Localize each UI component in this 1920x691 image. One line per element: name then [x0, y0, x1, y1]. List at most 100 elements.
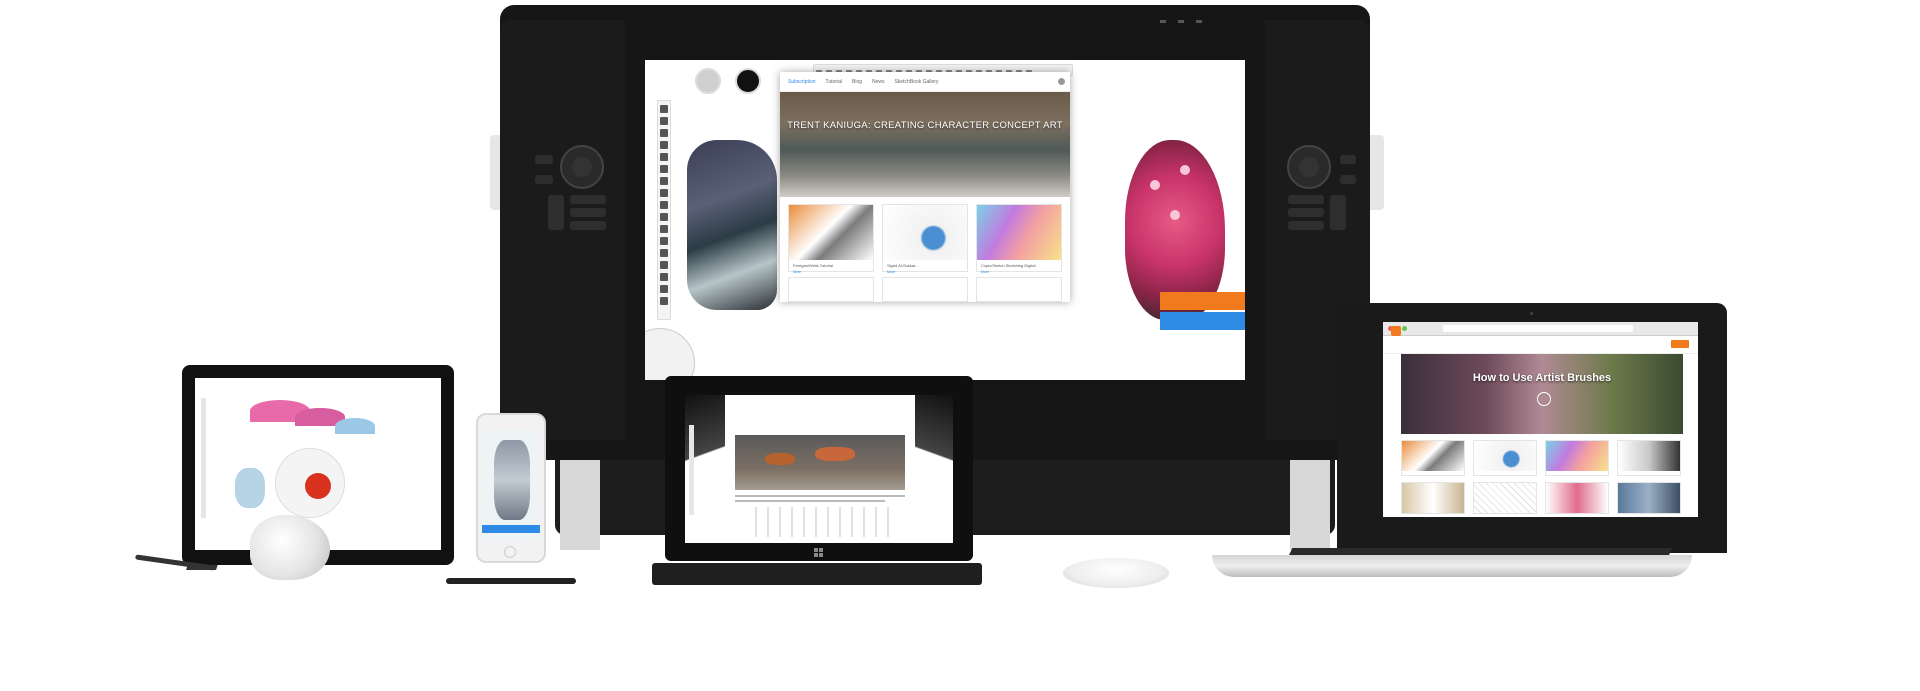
card-image [1546, 483, 1608, 513]
express-key[interactable] [535, 155, 553, 164]
touch-ring-left[interactable] [560, 145, 604, 189]
site-nav: Subscription Tutorial Blog News SketchBo… [780, 72, 1070, 92]
card-image [1546, 441, 1608, 471]
stylus-pen [446, 578, 576, 584]
tutorial-card[interactable]: Sigrid Al-Sukkar... More [882, 204, 968, 274]
nav-gallery[interactable]: SketchBook Gallery [895, 79, 939, 85]
card-image [1618, 441, 1680, 471]
sketchbook-logo-icon[interactable] [1391, 326, 1401, 336]
express-key[interactable] [1340, 155, 1356, 164]
color-swatch-black[interactable] [735, 68, 761, 94]
card-image [1402, 441, 1464, 471]
tutorial-card[interactable]: Copic/Sketch Sketching Digital More [976, 204, 1062, 274]
card-more-link[interactable]: More [789, 268, 873, 276]
magic-mouse [1063, 558, 1169, 588]
ink-sketch-right [915, 395, 953, 543]
tutorial-card[interactable] [1401, 482, 1465, 514]
tutorial-card[interactable] [1545, 440, 1609, 476]
robot-character-artwork [687, 140, 777, 310]
express-key[interactable] [1288, 221, 1324, 230]
cintiq-bezel-left [500, 20, 625, 440]
nav-blog[interactable]: Blog [852, 79, 862, 85]
tutorial-card[interactable] [976, 277, 1062, 302]
subscribe-button[interactable] [1671, 340, 1689, 348]
hero-title: How to Use Artist Brushes [1472, 372, 1612, 384]
tutorial-card[interactable] [1617, 440, 1681, 476]
tool-strip[interactable] [201, 398, 206, 518]
maximize-window-icon[interactable] [1402, 326, 1407, 331]
creature-spot [1170, 210, 1180, 220]
creature-spot [1150, 180, 1160, 190]
tutorial-card[interactable] [882, 277, 968, 302]
site-nav [1383, 336, 1698, 354]
tutorial-card[interactable] [788, 277, 874, 302]
express-key[interactable] [570, 208, 606, 217]
macbook-screen: How to Use Artist Brushes [1383, 322, 1698, 517]
color-swatch-grey[interactable] [695, 68, 721, 94]
tutorial-card[interactable] [1617, 482, 1681, 514]
red-nose [305, 473, 331, 499]
card-image [1402, 483, 1464, 513]
fox-artwork-banner [735, 435, 905, 490]
card-image [789, 205, 873, 260]
creature-spot [1180, 165, 1190, 175]
tutorial-card[interactable] [1473, 440, 1537, 476]
tutorial-card[interactable] [1401, 440, 1465, 476]
surface-pro-screen [685, 395, 953, 543]
surface-left-screen [195, 378, 441, 550]
express-key[interactable] [1330, 195, 1346, 230]
express-key[interactable] [548, 195, 564, 230]
horse-sketches [745, 507, 895, 537]
express-key[interactable] [535, 175, 553, 184]
sketchbook-tool-palette[interactable] [657, 100, 671, 320]
notification-orange[interactable] [1160, 292, 1245, 310]
express-key[interactable] [1340, 175, 1356, 184]
hero-banner [780, 92, 1070, 197]
iphone-notification-bar[interactable] [482, 525, 540, 533]
lagoon-radial-menu[interactable] [645, 328, 695, 380]
umbrella-artwork [335, 418, 375, 434]
card-image [977, 205, 1061, 260]
text-line [735, 495, 905, 497]
tutorial-card[interactable] [1545, 482, 1609, 514]
tutorial-card[interactable]: Ferrigan/Wells Tutorial More [788, 204, 874, 274]
warrior-artwork [494, 440, 530, 520]
macbook-base [1212, 555, 1692, 577]
fox-artwork [765, 453, 795, 465]
cintiq-power-buttons[interactable] [1160, 10, 1220, 23]
card-image [1474, 441, 1536, 471]
tool-strip[interactable] [689, 425, 694, 515]
nav-tutorial[interactable]: Tutorial [826, 79, 843, 85]
card-image [883, 205, 967, 260]
play-video-icon[interactable] [1537, 392, 1551, 406]
home-button[interactable] [504, 546, 516, 558]
sketchbook-website-window: Subscription Tutorial Blog News SketchBo… [780, 72, 1070, 302]
express-key[interactable] [570, 221, 606, 230]
creature-arm [235, 468, 265, 508]
iphone-screen [482, 430, 540, 540]
card-more-link[interactable]: More [977, 268, 1061, 276]
card-caption: Ferrigan/Wells Tutorial [793, 263, 833, 268]
card-caption: Copic/Sketch Sketching Digital [981, 263, 1036, 268]
touch-ring-right[interactable] [1287, 145, 1331, 189]
camera-icon [1530, 312, 1533, 315]
express-key[interactable] [570, 195, 606, 204]
windows-logo-icon[interactable] [814, 548, 824, 558]
nav-news[interactable]: News [872, 79, 885, 85]
hero-title: TRENT KANIUGA: CREATING CHARACTER CONCEP… [787, 120, 1063, 131]
card-image [1474, 483, 1536, 513]
cintiq-screen: Subscription Tutorial Blog News SketchBo… [645, 60, 1245, 380]
type-cover-keyboard [652, 563, 982, 585]
notification-blue[interactable] [1160, 312, 1245, 330]
text-line [735, 500, 885, 502]
card-image [1618, 483, 1680, 513]
user-icon[interactable] [1058, 78, 1065, 85]
card-caption: Sigrid Al-Sukkar... [887, 263, 919, 268]
tutorial-card[interactable] [1473, 482, 1537, 514]
crumpled-paper [250, 515, 330, 580]
card-more-link[interactable]: More [883, 268, 967, 276]
address-bar[interactable] [1443, 325, 1633, 332]
express-key[interactable] [1288, 195, 1324, 204]
express-key[interactable] [1288, 208, 1324, 217]
nav-subscription[interactable]: Subscription [788, 79, 816, 85]
